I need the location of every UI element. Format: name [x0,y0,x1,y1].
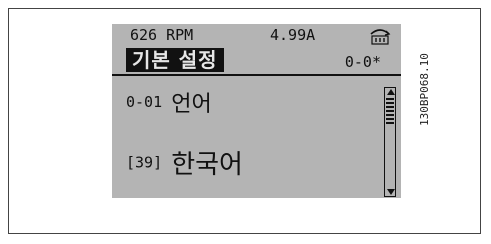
scrollbar[interactable] [384,87,396,197]
menu-title: 기본 설정 [126,48,224,72]
parameter-group-number: 0-0* [344,53,381,71]
status-line: 626 RPM 4.99A [112,24,401,45]
scroll-down-arrow-icon[interactable] [387,189,395,195]
speed-readout: 626 RPM [130,26,194,44]
value-index: [39] [126,153,163,172]
parameter-name: 언어 [171,92,212,117]
current-readout: 4.99A [270,26,316,44]
menu-title-band: 기본 설정 0-0* [112,48,401,76]
parameter-code: 0-01 [126,93,163,111]
value-name: 한국어 [171,150,243,180]
parameter-value-line[interactable]: [39] 한국어 [126,144,243,180]
hand-mode-icon [370,29,391,45]
parameter-line: 0-01 언어 [126,86,212,117]
scroll-up-arrow-icon[interactable] [387,89,395,95]
figure-code: 130BP068.10 [418,53,431,126]
figure-code-label: 130BP068.10 [404,26,431,136]
lcd-display: 626 RPM 4.99A 기본 설정 0-0* 0-01 언어 [39] 한국… [112,24,401,198]
scroll-thumb[interactable] [386,96,394,124]
